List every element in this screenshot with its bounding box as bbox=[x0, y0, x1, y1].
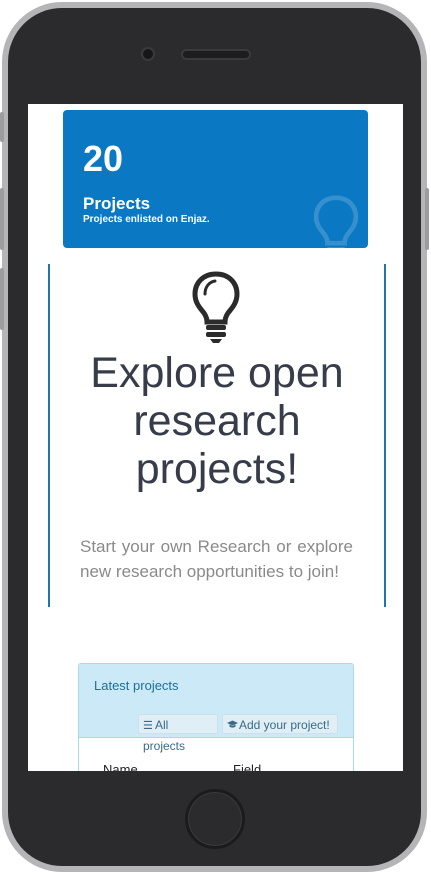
add-project-label: Add your project! bbox=[239, 718, 330, 732]
projects-description: Projects enlisted on Enjaz. bbox=[83, 214, 210, 225]
lightbulb-icon bbox=[313, 195, 359, 248]
projects-stat-card: 20 Projects Projects enlisted on Enjaz. bbox=[63, 110, 368, 248]
volume-down-button bbox=[0, 268, 4, 330]
front-camera bbox=[143, 49, 153, 59]
projects-count: 20 bbox=[83, 138, 124, 179]
all-projects-button[interactable]: ☰ All projects bbox=[138, 714, 218, 753]
add-project-button[interactable]: Add your project! bbox=[222, 714, 338, 734]
panel-title: Latest projects bbox=[94, 678, 179, 693]
panel-header: Latest projects ☰ All projects Add your p… bbox=[79, 664, 353, 753]
power-button bbox=[425, 188, 429, 250]
earpiece-speaker bbox=[183, 51, 249, 58]
hero-description: Start your own Research or explore new r… bbox=[80, 537, 353, 581]
lightbulb-icon bbox=[192, 271, 240, 343]
latest-projects-panel: Latest projects ☰ All projects Add your p… bbox=[78, 663, 354, 771]
column-header-field: Field bbox=[233, 762, 262, 771]
mute-switch bbox=[0, 112, 4, 142]
screen: 20 Projects Projects enlisted on Enjaz. … bbox=[28, 104, 403, 771]
list-icon: ☰ bbox=[143, 720, 153, 732]
graduation-cap-icon bbox=[227, 716, 239, 736]
home-button[interactable] bbox=[185, 789, 245, 849]
hero-section: Explore open research projects! Start yo… bbox=[48, 264, 386, 607]
volume-up-button bbox=[0, 188, 4, 250]
hero-title: Explore open research projects! bbox=[90, 349, 344, 493]
column-header-name: Name bbox=[103, 762, 138, 771]
projects-label: Projects bbox=[83, 194, 151, 213]
